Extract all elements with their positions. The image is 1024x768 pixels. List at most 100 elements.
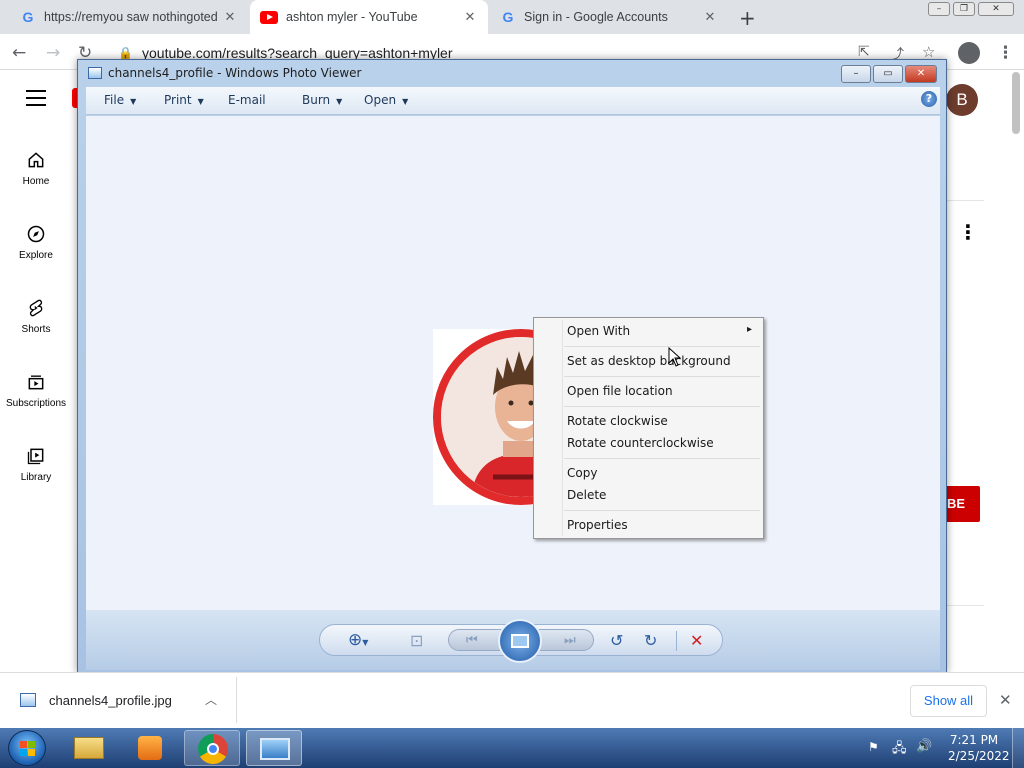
menu-burn[interactable]: Burn ▼ (302, 93, 342, 107)
volume-icon[interactable]: 🔊 (916, 739, 932, 754)
network-icon[interactable]: 🖧 (892, 739, 907, 761)
divider (946, 200, 984, 201)
chevron-up-icon[interactable]: ︿ (205, 691, 217, 708)
tab-title: Sign in - Google Accounts (524, 10, 668, 24)
control-bar: ⊕▼ ⊡ ⏮ ⏭ ↺ ↻ ✕ (319, 619, 723, 663)
sidebar-item-home[interactable]: Home (0, 150, 72, 187)
menu-separator (564, 376, 760, 377)
hamburger-menu-icon[interactable] (26, 90, 46, 106)
taskbar-photo-viewer[interactable] (246, 730, 302, 766)
tab-close-icon[interactable]: ✕ (702, 9, 718, 25)
dropdown-arrow-icon: ▼ (336, 97, 343, 106)
menu-separator (564, 510, 760, 511)
close-download-bar-icon[interactable]: ✕ (999, 691, 1012, 709)
rotate-counterclockwise-icon[interactable]: ↺ (610, 631, 623, 650)
menu-item-set-desktop-background[interactable]: Set as desktop background (567, 354, 731, 368)
photo-viewer-app-icon (88, 67, 102, 79)
menu-open[interactable]: Open ▼ (364, 93, 408, 107)
menu-file[interactable]: File ▼ (104, 93, 136, 107)
chrome-menu-icon[interactable]: ⋮ (997, 43, 1014, 63)
avatar[interactable]: B (946, 84, 978, 116)
tab-close-icon[interactable]: ✕ (222, 9, 238, 25)
close-button[interactable]: ✕ (905, 65, 937, 83)
slideshow-button[interactable] (498, 619, 542, 663)
media-player-icon (138, 736, 162, 760)
taskbar-media-player[interactable] (122, 730, 178, 766)
dropdown-arrow-icon: ▼ (197, 97, 204, 106)
google-g-icon: G (22, 9, 34, 25)
forward-arrow-icon[interactable]: → (46, 43, 60, 63)
zoom-icon[interactable]: ⊕▼ (348, 630, 368, 650)
next-icon[interactable]: ⏭ (564, 633, 576, 648)
download-file-name[interactable]: channels4_profile.jpg (49, 693, 172, 708)
menu-item-rotate-clockwise[interactable]: Rotate clockwise (567, 414, 668, 428)
sidebar-item-label: Home (22, 176, 50, 187)
menu-item-open-file-location[interactable]: Open file location (567, 384, 673, 398)
open-in-app-icon[interactable]: ⇱ (858, 44, 870, 60)
menu-email[interactable]: E-mail (228, 93, 266, 107)
photo-viewer-controls: ⊕▼ ⊡ ⏮ ⏭ ↺ ↻ ✕ (86, 610, 940, 670)
menu-print[interactable]: Print ▼ (164, 93, 204, 107)
menu-label: Open (364, 93, 397, 107)
delete-icon[interactable]: ✕ (690, 631, 703, 650)
show-desktop-button[interactable] (1012, 728, 1024, 768)
tab-title: ashton myler - YouTube (286, 10, 418, 24)
system-clock[interactable]: 7:21 PM 2/25/2022 (948, 732, 1010, 764)
chrome-close-button[interactable]: ✕ (978, 2, 1014, 16)
menu-item-properties[interactable]: Properties (567, 518, 628, 532)
more-options-icon[interactable]: ⋮ (958, 220, 978, 244)
dropdown-arrow-icon: ▼ (130, 97, 137, 106)
photo-viewer-menubar: File ▼ Print ▼ E-mail Burn ▼ Open ▼ ? (86, 87, 940, 115)
youtube-icon (260, 10, 278, 24)
browser-tab-3[interactable]: G Sign in - Google Accounts ✕ (490, 0, 728, 34)
chrome-icon (198, 734, 228, 764)
windows-taskbar: ⚑ 🖧 🔊 7:21 PM 2/25/2022 (0, 728, 1024, 768)
browser-tab-strip: G https://remyou saw nothingoted ✕ ashto… (0, 0, 1024, 34)
rotate-clockwise-icon[interactable]: ↻ (644, 631, 657, 650)
start-button[interactable] (8, 730, 46, 766)
maximize-button[interactable]: ▭ (873, 65, 903, 83)
sidebar-item-shorts[interactable]: Shorts (0, 298, 72, 335)
show-all-button[interactable]: Show all (910, 685, 987, 717)
subscriptions-icon (28, 375, 44, 390)
menu-item-rotate-counterclockwise[interactable]: Rotate counterclockwise (567, 436, 714, 450)
context-menu: Open With ▸ Set as desktop background Op… (533, 317, 764, 539)
sidebar-item-explore[interactable]: Explore (0, 224, 72, 261)
menu-item-copy[interactable]: Copy (567, 466, 597, 480)
clock-time: 7:21 PM (949, 733, 999, 747)
menu-separator (564, 458, 760, 459)
chrome-minimize-button[interactable]: – (928, 2, 950, 16)
back-arrow-icon[interactable]: ← (12, 43, 26, 63)
subscribe-button[interactable]: BE (944, 486, 980, 522)
dropdown-arrow-icon: ▼ (402, 97, 409, 106)
taskbar-chrome[interactable] (184, 730, 240, 766)
chrome-restore-button[interactable]: ❐ (953, 2, 975, 16)
slideshow-icon (511, 634, 529, 648)
action-center-icon[interactable]: ⚑ (868, 740, 879, 754)
image-file-icon (20, 693, 36, 707)
menu-label: E-mail (228, 93, 266, 107)
profile-icon[interactable] (958, 42, 980, 64)
photo-viewer-window: channels4_profile - Windows Photo Viewer… (77, 59, 947, 673)
library-icon (27, 448, 44, 465)
previous-icon[interactable]: ⏮ (466, 633, 478, 648)
submenu-arrow-icon: ▸ (747, 324, 753, 335)
menu-item-delete[interactable]: Delete (567, 488, 606, 502)
taskbar-explorer[interactable] (62, 730, 118, 766)
sidebar-item-library[interactable]: Library (0, 446, 72, 483)
browser-tab-2[interactable]: ashton myler - YouTube ✕ (250, 0, 488, 34)
help-icon[interactable]: ? (921, 91, 937, 107)
new-tab-button[interactable]: + (739, 6, 756, 30)
sidebar-item-subscriptions[interactable]: Subscriptions (0, 372, 72, 409)
actual-size-icon[interactable]: ⊡ (410, 631, 423, 650)
menu-item-open-with[interactable]: Open With ▸ (567, 324, 757, 338)
tab-title: https://remyou saw nothingoted (44, 10, 218, 24)
photo-viewer-icon (260, 738, 290, 760)
shorts-icon (29, 299, 43, 317)
page-scrollbar[interactable] (1012, 72, 1020, 134)
divider (946, 605, 984, 606)
browser-tab-1[interactable]: G https://remyou saw nothingoted ✕ (10, 0, 248, 34)
tab-close-icon[interactable]: ✕ (462, 9, 478, 25)
minimize-button[interactable]: – (841, 65, 871, 83)
menu-separator (564, 406, 760, 407)
